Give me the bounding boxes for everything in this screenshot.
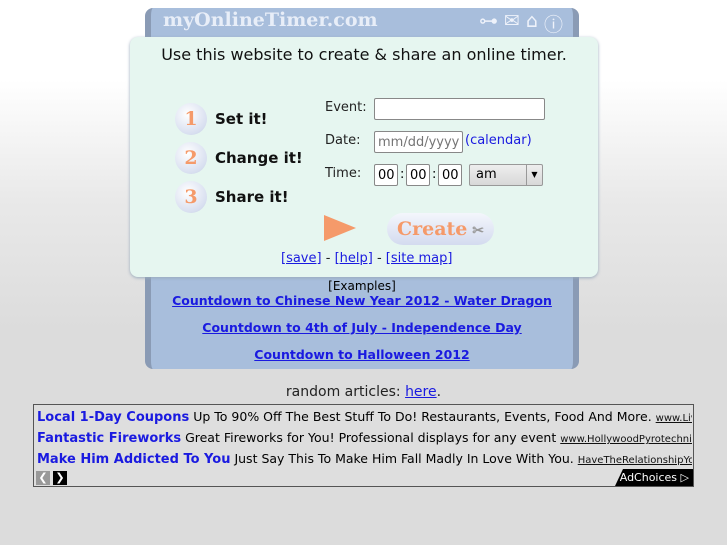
minute-input[interactable] xyxy=(406,164,430,186)
scissors-icon: ✂ xyxy=(467,223,485,239)
home-icon[interactable]: ⌂ xyxy=(526,10,538,37)
ad-text: Great Fireworks for You! Professional di… xyxy=(185,430,557,445)
key-icon[interactable]: ⊶ xyxy=(479,10,498,37)
date-label: Date: xyxy=(325,133,361,148)
ad-box: Local 1-Day Coupons Up To 90% Off The Be… xyxy=(33,404,694,487)
ad-title[interactable]: Make Him Addicted To You xyxy=(37,452,230,467)
separator: - xyxy=(376,251,382,266)
step-label: Share it! xyxy=(215,188,289,206)
sitemap-link[interactable]: [site map] xyxy=(386,251,453,266)
second-input[interactable] xyxy=(438,164,462,186)
ad-text: Just Say This To Make Him Fall Madly In … xyxy=(234,451,574,466)
ad-item[interactable]: Fantastic Fireworks Great Fireworks for … xyxy=(37,430,692,446)
examples: [Examples] Countdown to Chinese New Year… xyxy=(145,279,579,362)
ad-url[interactable]: www.HollywoodPyrotechnics.com xyxy=(560,434,692,445)
prev-ad-button[interactable]: ❮ xyxy=(36,471,50,485)
step-label: Change it! xyxy=(215,149,303,167)
ad-title[interactable]: Local 1-Day Coupons xyxy=(37,410,189,425)
step-3: 3 Share it! xyxy=(175,181,289,213)
date-input[interactable] xyxy=(374,131,463,153)
step-2: 2 Change it! xyxy=(175,142,303,174)
calendar-link[interactable]: (calendar) xyxy=(465,133,532,148)
time-label: Time: xyxy=(325,166,362,181)
intro-text: Use this website to create & share an on… xyxy=(161,45,567,64)
ad-url[interactable]: www.LivingSocial.c xyxy=(656,413,692,424)
event-input[interactable] xyxy=(374,98,545,120)
arrow-icon xyxy=(324,215,356,241)
step-number: 3 xyxy=(175,181,207,213)
ampm-select[interactable]: am ▼ xyxy=(469,164,543,186)
help-icon[interactable]: ⓘ xyxy=(544,10,563,37)
random-label: random articles: xyxy=(285,384,401,400)
ampm-value: am xyxy=(476,167,497,182)
ad-url[interactable]: HaveTheRelationshipYouWant.com xyxy=(578,455,692,466)
step-label: Set it! xyxy=(215,110,268,128)
ad-item[interactable]: Local 1-Day Coupons Up To 90% Off The Be… xyxy=(37,409,692,425)
colon: : xyxy=(400,167,405,182)
adchoices-badge[interactable]: AdChoices ▷ xyxy=(615,469,693,486)
logo[interactable]: myOnlineTimer.com xyxy=(163,9,378,31)
example-link[interactable]: Countdown to 4th of July - Independence … xyxy=(145,320,579,335)
ad-title[interactable]: Fantastic Fireworks xyxy=(37,431,181,446)
step-number: 1 xyxy=(175,103,207,135)
save-link[interactable]: [save] xyxy=(281,251,322,266)
mail-icon[interactable]: ✉ xyxy=(504,10,520,37)
random-link[interactable]: here xyxy=(405,384,437,400)
step-number: 2 xyxy=(175,142,207,174)
chevron-down-icon: ▼ xyxy=(526,165,542,185)
ad-item[interactable]: Make Him Addicted To You Just Say This T… xyxy=(37,451,692,467)
separator: - xyxy=(325,251,331,266)
ad-text: Up To 90% Off The Best Stuff To Do! Rest… xyxy=(193,409,652,424)
step-1: 1 Set it! xyxy=(175,103,268,135)
colon: : xyxy=(432,167,437,182)
create-label: Create xyxy=(397,218,468,240)
example-link[interactable]: Countdown to Chinese New Year 2012 - Wat… xyxy=(145,293,579,308)
next-ad-button[interactable]: ❯ xyxy=(53,471,67,485)
hour-input[interactable] xyxy=(374,164,398,186)
create-panel: Use this website to create & share an on… xyxy=(130,37,598,277)
create-button[interactable]: Create ✂ xyxy=(387,213,494,245)
example-link[interactable]: Countdown to Halloween 2012 xyxy=(145,347,579,362)
help-link[interactable]: [help] xyxy=(335,251,373,266)
examples-title: [Examples] xyxy=(328,279,396,293)
random-articles: random articles: here. xyxy=(285,384,442,400)
event-label: Event: xyxy=(325,100,367,115)
